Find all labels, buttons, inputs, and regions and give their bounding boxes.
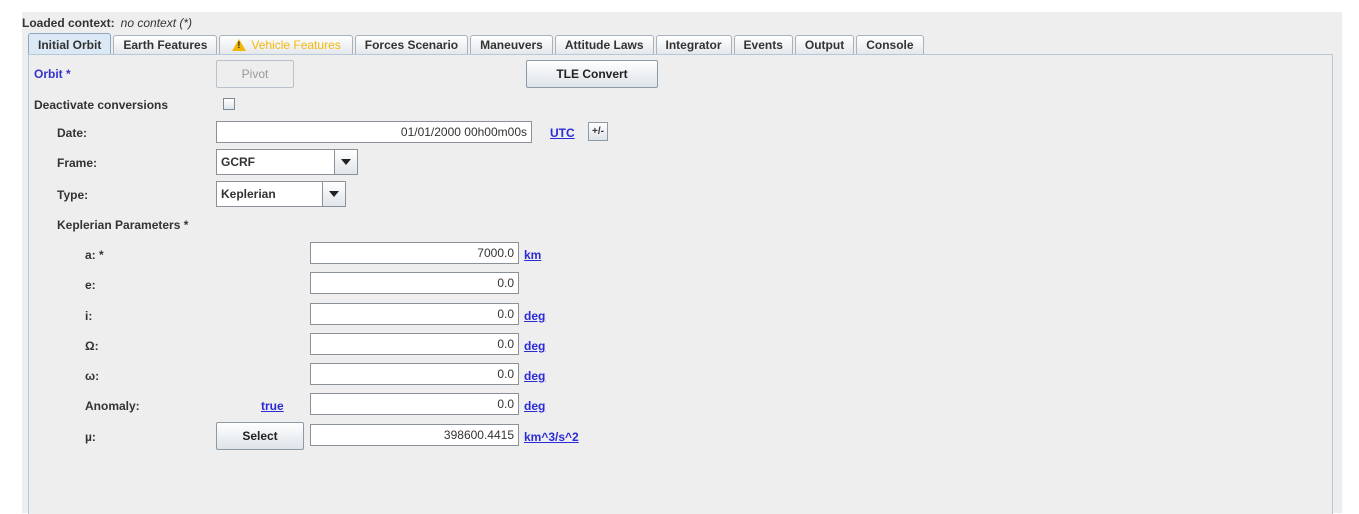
e-label: e: [85, 278, 96, 292]
tab-forces-scenario[interactable]: Forces Scenario [354, 35, 469, 54]
a-label: a: * [85, 248, 104, 262]
date-field[interactable]: 01/01/2000 00h00m00s [216, 121, 532, 143]
anomaly-label: Anomaly: [85, 399, 140, 413]
mu-unit-link[interactable]: km^3/s^2 [524, 430, 579, 444]
warning-icon: ! [232, 39, 247, 51]
pivot-button[interactable]: Pivot [216, 60, 294, 88]
initial-orbit-panel: Orbit * Pivot TLE Convert Deactivate con… [28, 54, 1333, 514]
tle-convert-button[interactable]: TLE Convert [526, 60, 658, 88]
frame-label: Frame: [57, 156, 98, 170]
frame-select[interactable]: GCRF [216, 149, 358, 175]
date-plus-minus-button[interactable]: +/- [588, 122, 608, 141]
type-label: Type: [57, 188, 89, 202]
keplerian-parameters-title: Keplerian Parameters * [57, 218, 189, 232]
deactivate-conversions-label: Deactivate conversions [34, 98, 169, 112]
a-field[interactable]: 7000.0 [310, 242, 519, 264]
raan-field[interactable]: 0.0 [310, 333, 519, 355]
deactivate-conversions-checkbox[interactable] [223, 98, 235, 110]
tab-integrator[interactable]: Integrator [655, 35, 732, 54]
date-label: Date: [57, 126, 88, 140]
tab-bar: Initial Orbit Earth Features ! Vehicle F… [28, 33, 926, 55]
chevron-down-icon [322, 182, 345, 206]
anomaly-type-link[interactable]: true [261, 399, 284, 413]
tab-earth-features[interactable]: Earth Features [113, 35, 218, 54]
i-label: i: [85, 309, 93, 323]
anomaly-field[interactable]: 0.0 [310, 393, 519, 415]
chevron-down-icon [334, 150, 357, 174]
type-select[interactable]: Keplerian [216, 181, 346, 207]
tab-attitude-laws[interactable]: Attitude Laws [554, 35, 654, 54]
orbit-label: Orbit * [34, 67, 71, 81]
tab-events[interactable]: Events [733, 35, 793, 54]
app-window: Loaded context: no context (*) Initial Or… [22, 12, 1342, 514]
tab-initial-orbit[interactable]: Initial Orbit [28, 33, 112, 55]
context-line: Loaded context: no context (*) [22, 16, 192, 30]
tab-vehicle-features[interactable]: ! Vehicle Features [219, 35, 353, 54]
i-unit-link[interactable]: deg [524, 309, 545, 323]
tab-console[interactable]: Console [856, 35, 924, 54]
e-field[interactable]: 0.0 [310, 272, 519, 294]
time-scale-link[interactable]: UTC [550, 126, 575, 140]
i-field[interactable]: 0.0 [310, 303, 519, 325]
omega-unit-link[interactable]: deg [524, 369, 545, 383]
tab-output[interactable]: Output [794, 35, 855, 54]
omega-field[interactable]: 0.0 [310, 363, 519, 385]
a-unit-link[interactable]: km [524, 248, 541, 262]
type-value: Keplerian [221, 187, 276, 201]
raan-unit-link[interactable]: deg [524, 339, 545, 353]
mu-field[interactable]: 398600.4415 [310, 424, 519, 446]
mu-label: µ: [85, 430, 96, 444]
context-value: no context (*) [120, 16, 193, 30]
raan-label: Ω: [85, 339, 99, 353]
mu-select-button[interactable]: Select [216, 422, 304, 450]
frame-value: GCRF [221, 155, 255, 169]
tab-maneuvers[interactable]: Maneuvers [470, 35, 553, 54]
omega-label: ω: [85, 369, 100, 383]
context-label: Loaded context: [22, 16, 115, 30]
tab-vehicle-features-label: Vehicle Features [251, 38, 341, 52]
anomaly-unit-link[interactable]: deg [524, 399, 545, 413]
